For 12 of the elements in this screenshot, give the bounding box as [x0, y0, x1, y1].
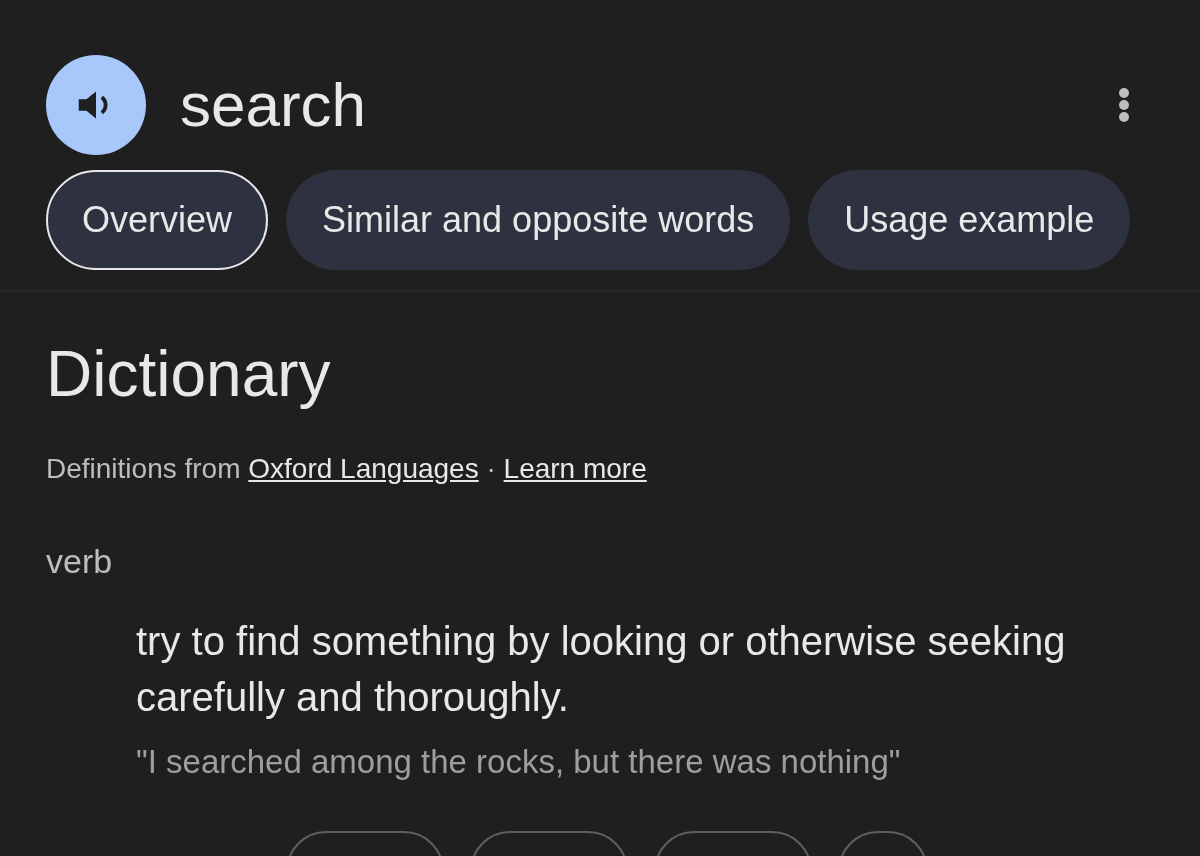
example-sentence: "I searched among the rocks, but there was nothing": [136, 742, 902, 782]
more-options-icon[interactable]: [1118, 87, 1130, 123]
definition: try to find something by looking or otherwise seeking carefully and thoroughly.: [136, 618, 1067, 721]
source-label: Definitions from: [46, 453, 241, 484]
tab[interactable]: Usage example: [808, 170, 1131, 270]
source-link[interactable]: Oxford Languages: [248, 453, 479, 484]
tab[interactable]: Similar and opposite words: [286, 170, 791, 270]
separator: ·: [486, 453, 496, 484]
learn-more-link[interactable]: Learn more: [503, 453, 647, 484]
part-of-speech: verb: [46, 541, 114, 582]
tab[interactable]: Overview: [46, 170, 269, 270]
headword: search: [180, 74, 367, 136]
